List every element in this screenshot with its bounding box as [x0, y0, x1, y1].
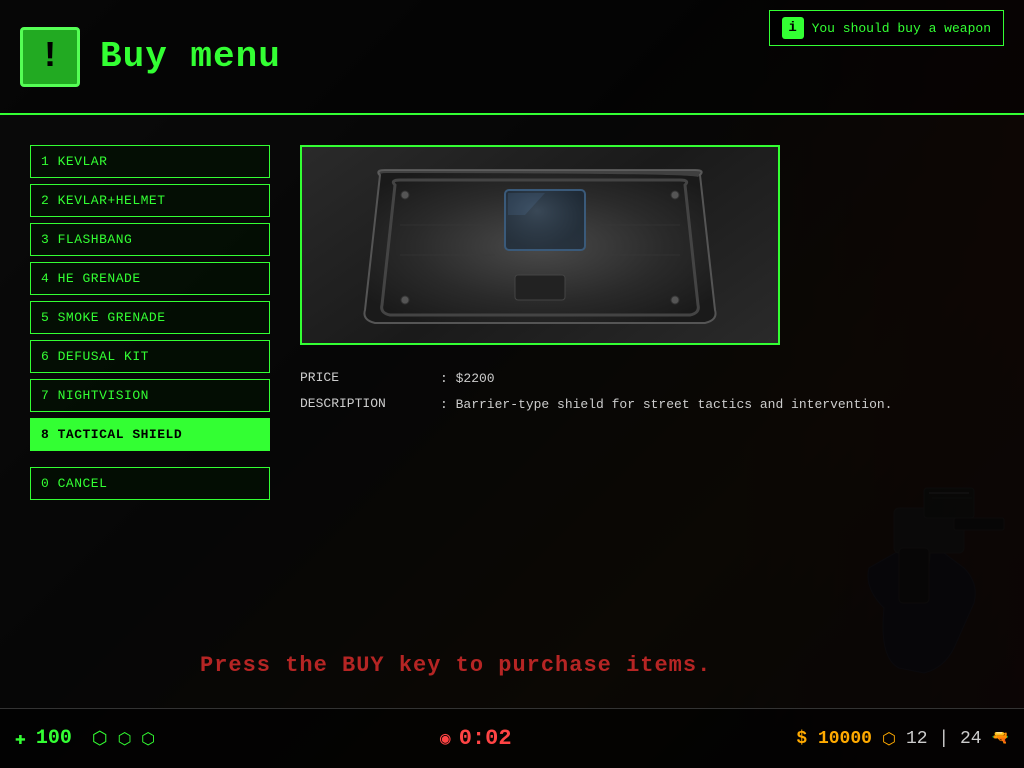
press-buy-message: Press the BUY key to purchase items.: [200, 653, 924, 678]
hud-timer: 0:02: [459, 726, 512, 751]
description-row: DESCRIPTION : Barrier-type shield for st…: [300, 396, 994, 414]
page-title: Buy menu: [100, 36, 281, 77]
menu-item-2[interactable]: 2 KEVLAR+HELMET: [30, 184, 270, 217]
price-label: PRICE: [300, 370, 440, 385]
health-icon: ✚: [15, 728, 26, 750]
hud-left: ✚ 100 ⬡ ⬡ ⬡: [15, 727, 155, 750]
menu-item-4[interactable]: 4 HE GRENADE: [30, 262, 270, 295]
menu-item-0[interactable]: 0 CANCEL: [30, 467, 270, 500]
shield-svg: [350, 155, 730, 335]
price-value: : $2200: [440, 370, 495, 388]
hud-right: $ 10000 ⬡ 12 | 24 🔫: [796, 729, 1009, 749]
item-detail-panel: PRICE : $2200 DESCRIPTION : Barrier-type…: [300, 145, 994, 688]
menu-items-list: 1 KEVLAR 2 KEVLAR+HELMET 3 FLASHBANG 4 HE G…: [30, 145, 270, 688]
bomb-icon: ◉: [440, 728, 451, 750]
price-row: PRICE : $2200: [300, 370, 994, 388]
description-value: : Barrier-type shield for street tactics…: [440, 396, 892, 414]
health-value: 100: [36, 727, 72, 750]
item-info: PRICE : $2200 DESCRIPTION : Barrier-type…: [300, 365, 994, 427]
menu-item-6[interactable]: 6 DEFUSAL KIT: [30, 340, 270, 373]
hud-ammo: 12 | 24: [906, 729, 982, 749]
hud-bar: ✚ 100 ⬡ ⬡ ⬡ ◉ 0:02 $ 10000 ⬡ 12 | 24 🔫: [0, 708, 1024, 768]
menu-item-5[interactable]: 5 SMOKE GRENADE: [30, 301, 270, 334]
menu-panel: 1 KEVLAR 2 KEVLAR+HELMET 3 FLASHBANG 4 HE G…: [0, 115, 1024, 708]
info-notification: i You should buy a weapon: [769, 10, 1004, 46]
menu-item-3[interactable]: 3 FLASHBANG: [30, 223, 270, 256]
item-image: [300, 145, 780, 345]
hud-center: ◉ 0:02: [440, 726, 512, 751]
notification-text: You should buy a weapon: [812, 21, 991, 36]
info-icon: i: [782, 17, 804, 39]
description-label: DESCRIPTION: [300, 396, 440, 411]
menu-item-1[interactable]: 1 KEVLAR: [30, 145, 270, 178]
menu-item-8[interactable]: 8 TACTICAL SHIELD: [30, 418, 270, 451]
ammo-icon: ⬡: [882, 729, 896, 749]
armor-icon: ⬡: [92, 728, 108, 750]
menu-item-7[interactable]: 7 NIGHTVISION: [30, 379, 270, 412]
armor-items: ⬡ ⬡: [118, 729, 156, 748]
hud-money: $ 10000: [796, 729, 872, 749]
buy-menu-icon: !: [20, 27, 80, 87]
weapon-icon: 🔫: [992, 730, 1009, 747]
